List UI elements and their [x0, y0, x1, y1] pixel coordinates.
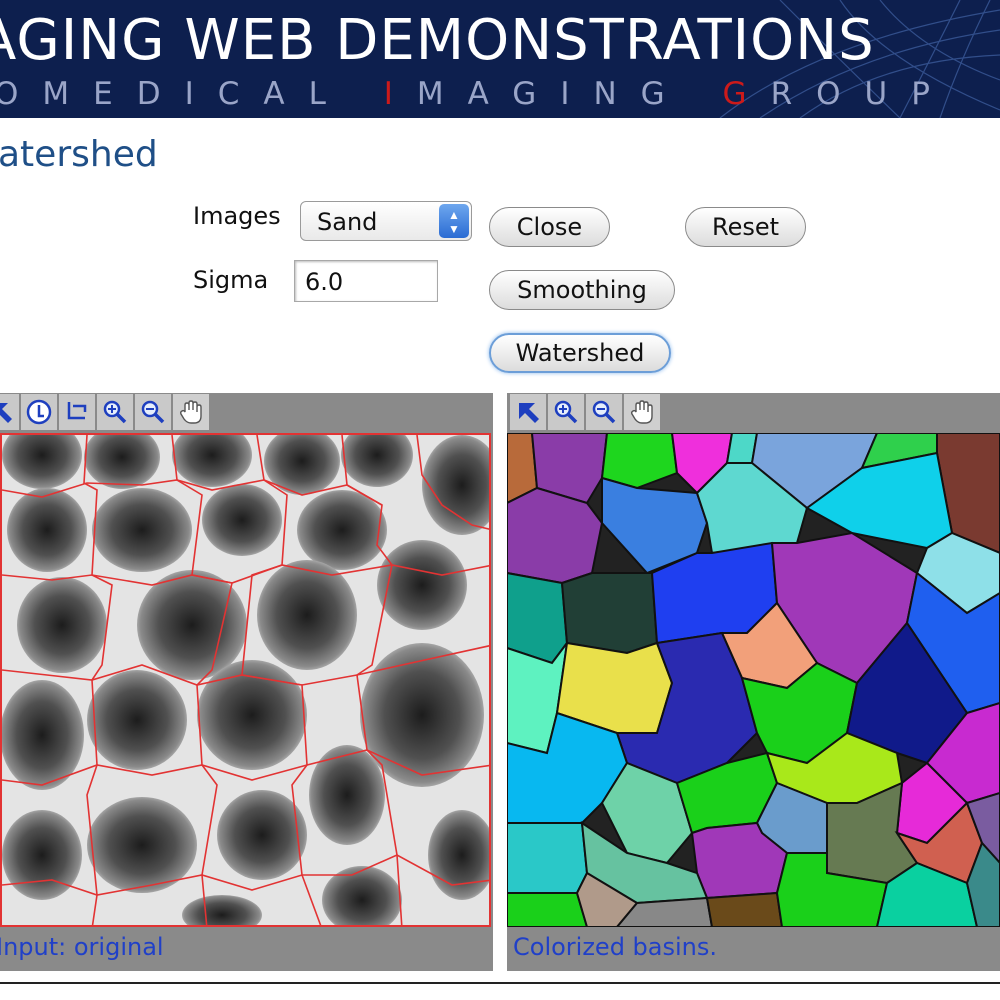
select-arrows-icon: ▲ ▼ [439, 204, 469, 238]
zoom-in-icon[interactable] [548, 394, 584, 430]
sigma-value: 6.0 [305, 268, 344, 296]
sigma-input[interactable]: 6.0 [294, 260, 438, 302]
reset-button[interactable]: Reset [685, 207, 806, 247]
sand-grains-image [2, 435, 489, 925]
input-viewer-toolbar [0, 393, 210, 431]
input-viewer: Input: original [0, 393, 493, 971]
images-select[interactable]: Sand ▲ ▼ [300, 201, 472, 241]
input-image[interactable] [0, 433, 491, 927]
smoothing-button[interactable]: Smoothing [489, 270, 675, 310]
banner-title: AGING WEB DEMONSTRATIONS [0, 8, 875, 73]
images-select-value: Sand [317, 208, 378, 236]
pointer-arrow-icon[interactable] [0, 394, 19, 430]
input-caption: Input: original [0, 933, 164, 961]
zoom-out-icon[interactable] [135, 394, 171, 430]
basins-viewer: Colorized basins. [507, 393, 1000, 971]
zoom-out-icon[interactable] [586, 394, 622, 430]
pan-hand-icon[interactable] [173, 394, 209, 430]
watershed-button[interactable]: Watershed [489, 333, 671, 373]
sigma-label: Sigma [193, 266, 269, 294]
header-banner: AGING WEB DEMONSTRATIONS OMEDICAL IMAGIN… [0, 0, 1000, 118]
images-label: Images [193, 202, 281, 230]
zoom-in-icon[interactable] [97, 394, 133, 430]
banner-subtitle: OMEDICAL IMAGING GROUP [0, 76, 954, 112]
pointer-arrow-icon[interactable] [510, 394, 546, 430]
close-button[interactable]: Close [489, 207, 610, 247]
page-title: atershed [0, 134, 158, 175]
basins-caption: Colorized basins. [513, 933, 718, 961]
pan-hand-icon[interactable] [624, 394, 660, 430]
profile-line-icon[interactable] [59, 394, 95, 430]
info-icon[interactable] [21, 394, 57, 430]
bottom-divider [0, 982, 1000, 984]
colorized-basins-image [507, 433, 1000, 927]
basins-viewer-toolbar [509, 393, 661, 431]
basins-image[interactable] [507, 433, 1000, 927]
